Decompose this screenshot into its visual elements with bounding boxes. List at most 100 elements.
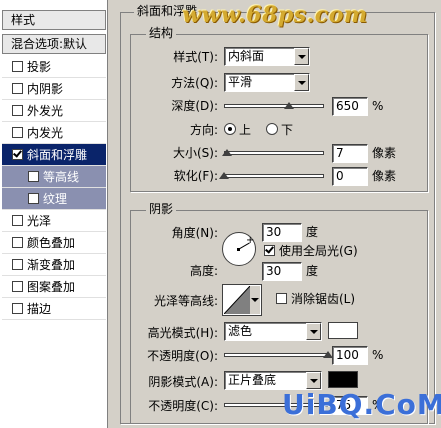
checkbox-icon[interactable] (28, 171, 39, 182)
angle-unit: 度 (306, 225, 319, 239)
method-label: 方法(Q): (171, 76, 218, 90)
chevron-down-icon[interactable] (294, 74, 309, 91)
contour-linear-icon (224, 286, 250, 314)
styles-sidebar: 样式 混合选项:默认 投影 内阴影 外发光 内发光 斜面和浮雕 等高线 纹理 光… (0, 0, 108, 428)
shadow-color-swatch[interactable] (328, 371, 358, 388)
crosshair-icon: + (246, 235, 255, 246)
direction-up-label: 上 (239, 123, 252, 137)
sidebar-item-label: 颜色叠加 (27, 236, 76, 250)
shadow-mode-value: 正片叠底 (228, 373, 277, 387)
chevron-down-icon[interactable] (306, 323, 321, 340)
sidebar-item-gradient-overlay[interactable]: 渐变叠加 (2, 254, 106, 276)
checkbox-icon[interactable] (28, 193, 39, 204)
checkbox-icon[interactable] (12, 83, 23, 94)
sidebar-item-label: 外发光 (27, 104, 64, 118)
depth-label: 深度(D): (171, 99, 218, 113)
sidebar-item-texture[interactable]: 纹理 (2, 188, 106, 210)
size-label: 大小(S): (172, 146, 218, 160)
gloss-contour-label: 光泽等高线: (153, 294, 218, 308)
sidebar-item-label: 内发光 (27, 126, 64, 140)
gloss-contour-picker[interactable] (222, 284, 262, 316)
depth-input[interactable]: 650 (332, 97, 368, 116)
global-light-label: 使用全局光(G) (279, 244, 358, 258)
size-slider-thumb[interactable] (222, 149, 232, 156)
highlight-mode-label: 高光模式(H): (147, 326, 218, 340)
style-select[interactable]: 内斜面 (224, 47, 310, 66)
anti-alias-option[interactable]: 消除锯齿(L) (276, 290, 355, 308)
soften-slider-track[interactable] (224, 174, 324, 178)
size-input[interactable]: 7 (332, 144, 368, 163)
chevron-down-icon[interactable] (294, 48, 309, 65)
global-light-option[interactable]: 使用全局光(G) (264, 242, 358, 260)
angle-label: 角度(N): (171, 226, 218, 240)
checkbox-icon[interactable] (276, 293, 287, 304)
shading-title: 阴影 (146, 202, 177, 216)
direction-down-option[interactable]: 下 (266, 121, 293, 139)
radio-icon[interactable] (266, 123, 278, 135)
method-select-value: 平滑 (228, 75, 253, 89)
depth-slider-thumb[interactable] (284, 102, 294, 109)
shadow-opacity-label: 不透明度(C): (148, 399, 218, 413)
checkbox-icon[interactable] (12, 303, 23, 314)
sidebar-item-contour[interactable]: 等高线 (2, 166, 106, 188)
soften-input[interactable]: 0 (332, 167, 368, 186)
depth-slider-track[interactable] (224, 104, 324, 108)
sidebar-item-label: 纹理 (43, 192, 68, 206)
sidebar-item-label: 等高线 (43, 170, 80, 184)
direction-label: 方向: (189, 123, 218, 137)
sidebar-item-inner-shadow[interactable]: 内阴影 (2, 78, 106, 100)
sidebar-item-outer-glow[interactable]: 外发光 (2, 100, 106, 122)
checkbox-checked-icon[interactable] (264, 245, 275, 256)
sidebar-item-stroke[interactable]: 描边 (2, 298, 106, 320)
sidebar-item-satin[interactable]: 光泽 (2, 210, 106, 232)
style-select-value: 内斜面 (228, 49, 265, 63)
altitude-unit: 度 (306, 264, 319, 278)
sidebar-item-label: 渐变叠加 (27, 258, 76, 272)
angle-input[interactable]: 30 (262, 223, 302, 242)
soften-slider-thumb[interactable] (219, 172, 229, 179)
sidebar-item-color-overlay[interactable]: 颜色叠加 (2, 232, 106, 254)
radio-selected-icon[interactable] (224, 123, 236, 135)
styles-header[interactable]: 样式 (2, 10, 106, 30)
altitude-input[interactable]: 30 (262, 262, 302, 281)
structure-title: 结构 (146, 26, 177, 40)
checkbox-icon[interactable] (12, 215, 23, 226)
checkbox-icon[interactable] (12, 61, 23, 72)
sidebar-item-label: 斜面和浮雕 (27, 148, 88, 162)
altitude-label: 高度: (189, 264, 218, 278)
highlight-opacity-unit: % (372, 348, 384, 362)
direction-up-option[interactable]: 上 (224, 121, 251, 139)
depth-unit: % (372, 99, 384, 113)
checkbox-checked-icon[interactable] (12, 149, 23, 160)
size-slider-track[interactable] (224, 151, 324, 155)
sidebar-item-inner-glow[interactable]: 内发光 (2, 122, 106, 144)
checkbox-icon[interactable] (12, 127, 23, 138)
checkbox-icon[interactable] (12, 105, 23, 116)
checkbox-icon[interactable] (12, 237, 23, 248)
checkbox-icon[interactable] (12, 281, 23, 292)
chevron-down-icon[interactable] (250, 286, 260, 314)
sidebar-item-label: 内阴影 (27, 82, 64, 96)
style-label: 样式(T): (173, 50, 218, 64)
highlight-mode-select[interactable]: 滤色 (224, 322, 322, 341)
highlight-mode-value: 滤色 (228, 324, 253, 338)
sidebar-item-bevel-emboss[interactable]: 斜面和浮雕 (2, 144, 106, 166)
sidebar-item-label: 投影 (27, 60, 52, 74)
blending-options-item[interactable]: 混合选项:默认 (2, 34, 106, 54)
watermark-bottom: UiBQ.CoM (282, 388, 441, 421)
highlight-opacity-label: 不透明度(O): (147, 349, 218, 363)
chevron-down-icon[interactable] (306, 372, 321, 389)
sidebar-item-label: 图案叠加 (27, 280, 76, 294)
highlight-color-swatch[interactable] (328, 322, 358, 339)
sidebar-item-label: 描边 (27, 302, 52, 316)
method-select[interactable]: 平滑 (224, 73, 310, 92)
sidebar-item-pattern-overlay[interactable]: 图案叠加 (2, 276, 106, 298)
highlight-opacity-slider-track[interactable] (224, 353, 328, 357)
anti-alias-label: 消除锯齿(L) (291, 292, 356, 306)
soften-unit: 像素 (372, 169, 397, 183)
sidebar-item-drop-shadow[interactable]: 投影 (2, 56, 106, 78)
checkbox-icon[interactable] (12, 259, 23, 270)
watermark-top: www.68ps.com (182, 2, 368, 28)
direction-down-label: 下 (281, 123, 294, 137)
highlight-opacity-input[interactable]: 100 (332, 346, 368, 365)
